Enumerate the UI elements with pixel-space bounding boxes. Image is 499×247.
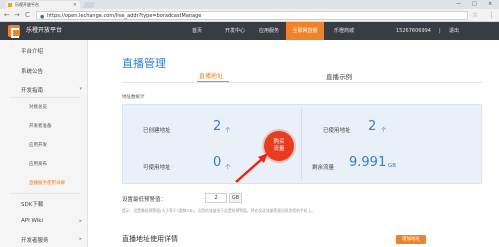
nav-dev-center[interactable]: 开发中心 bbox=[220, 22, 250, 40]
sidebar-item-label: 应用发布 bbox=[29, 162, 47, 167]
sidebar-item-label: API Wiki bbox=[21, 218, 44, 224]
used-address-unit: 个 bbox=[381, 128, 387, 134]
browser-tab[interactable]: 乐视开放平台 × bbox=[6, 1, 80, 9]
browser-tab-bar: 乐视开放平台 × — □ × bbox=[0, 0, 499, 9]
browser-toolbar: ← → C ● https://open.lechange.com/live_a… bbox=[0, 9, 499, 22]
back-arrow-icon[interactable]: ← bbox=[4, 11, 10, 20]
sidebar-item-app-release[interactable]: 应用发布 bbox=[0, 161, 88, 167]
used-address-value: 2 bbox=[368, 119, 377, 134]
sidebar-item-announcements[interactable]: 系统公告 bbox=[0, 67, 88, 75]
add-address-button[interactable]: 增加地址 bbox=[396, 235, 426, 244]
sidebar-item-sdk-download[interactable]: SDK下载 bbox=[0, 200, 88, 208]
usage-section-title: 直播地址使用详情 bbox=[122, 235, 178, 243]
annotation-arrow-icon bbox=[235, 153, 268, 183]
tab-live-example[interactable]: 直播示例 bbox=[326, 71, 352, 81]
warning-threshold-input[interactable]: 2 bbox=[205, 193, 227, 203]
chevron-right-icon: ▸ bbox=[79, 236, 82, 242]
tab-close-icon[interactable]: × bbox=[73, 1, 77, 9]
window-close-icon[interactable]: × bbox=[488, 0, 492, 8]
sidebar-item-overview[interactable]: 对接总览 bbox=[0, 104, 88, 110]
address-bar[interactable]: ● https://open.lechange.com/live_addr?ty… bbox=[36, 11, 468, 20]
remaining-traffic-value: 9.991 bbox=[349, 155, 387, 170]
created-address-value: 2 bbox=[213, 119, 222, 134]
warning-threshold-unit: GB bbox=[229, 193, 242, 203]
sidebar-item-platform-intro[interactable]: 平台介绍 bbox=[0, 47, 88, 55]
remaining-traffic-unit: GB bbox=[388, 163, 397, 169]
warning-threshold-label: 设置最低预警值： bbox=[122, 197, 167, 203]
sidebar-item-app-dev[interactable]: 应用开发 bbox=[0, 142, 88, 148]
available-address-label: 可使用地址 bbox=[143, 165, 171, 171]
sidebar-item-label: 对接总览 bbox=[29, 105, 47, 110]
bookmark-star-icon[interactable]: ☆ bbox=[472, 11, 478, 20]
site-favicon-icon bbox=[8, 3, 12, 7]
created-address-unit: 个 bbox=[225, 128, 231, 134]
sidebar-item-label: 平台介绍 bbox=[21, 49, 44, 55]
used-address-label: 已使用地址 bbox=[323, 128, 351, 134]
user-phone[interactable]: 15267606994 bbox=[396, 22, 431, 40]
nav-mall[interactable]: 乐橙商城 bbox=[328, 22, 360, 40]
chevron-down-icon: ▾ bbox=[79, 86, 82, 92]
sidebar-item-label: 直播服务使用详解 bbox=[29, 181, 65, 186]
nav-app-services[interactable]: 应用服务 bbox=[254, 22, 284, 40]
stats-divider bbox=[301, 108, 302, 180]
sidebar: 平台介绍 系统公告 开发指南 ▾ 对接总览 开发者准备 应用开发 应用发布 直播服… bbox=[0, 40, 88, 247]
site-header: 乐橙开放平台 首页 开发中心 应用服务 互联网直播 乐橙商城 152676069… bbox=[0, 22, 499, 40]
tab-divider bbox=[122, 82, 482, 83]
sidebar-item-label: 开发者服务 bbox=[21, 238, 49, 244]
brand-name[interactable]: 乐橙开放平台 bbox=[26, 22, 62, 40]
sidebar-item-dev-services[interactable]: 开发者服务 ▸ bbox=[0, 236, 88, 244]
stats-section-label: 地址数统计 bbox=[122, 95, 145, 100]
maximize-icon[interactable]: □ bbox=[472, 0, 477, 8]
tab-live-address[interactable]: 直播地址 bbox=[199, 71, 223, 80]
browser-tab-title: 乐视开放平台 bbox=[15, 2, 39, 7]
available-address-value: 0 bbox=[213, 155, 222, 170]
browser-menu-icon[interactable]: ⋮ bbox=[488, 11, 495, 20]
forward-arrow-icon[interactable]: → bbox=[14, 11, 20, 20]
nav-home[interactable]: 首页 bbox=[186, 22, 208, 40]
lechange-logo-icon[interactable] bbox=[8, 25, 20, 38]
sidebar-item-api-wiki[interactable]: API Wiki ▸ bbox=[0, 218, 88, 224]
chevron-right-icon: ▸ bbox=[79, 218, 82, 224]
buy-button-line1: 购买 bbox=[273, 139, 285, 145]
reload-icon[interactable]: C bbox=[25, 11, 30, 20]
sidebar-item-label: 开发指南 bbox=[21, 88, 44, 94]
address-url: https://open.lechange.com/live_addr?type… bbox=[47, 13, 202, 19]
available-address-unit: 个 bbox=[225, 165, 231, 171]
sidebar-item-label: 开发者准备 bbox=[29, 124, 52, 129]
nav-live-broadcast[interactable]: 互联网直播 bbox=[286, 22, 324, 40]
sidebar-divider bbox=[10, 97, 80, 98]
sidebar-item-label: 应用开发 bbox=[29, 143, 47, 148]
sidebar-item-label: SDK下载 bbox=[21, 202, 44, 208]
minimize-icon[interactable]: — bbox=[456, 0, 461, 8]
sidebar-item-dev-guide[interactable]: 开发指南 ▾ bbox=[0, 86, 88, 94]
sidebar-item-developer-prep[interactable]: 开发者准备 bbox=[0, 123, 88, 129]
created-address-label: 已创建地址 bbox=[143, 128, 171, 134]
remaining-traffic-label: 剩余流量 bbox=[312, 165, 335, 171]
sidebar-item-live-service-guide[interactable]: 直播服务使用详解 bbox=[0, 180, 88, 186]
sidebar-item-label: 系统公告 bbox=[21, 69, 44, 75]
sidebar-divider bbox=[10, 193, 80, 194]
stats-panel bbox=[122, 104, 482, 184]
warning-hint: 提示：设置最低预警值(大于等于1整数GB)，当您的流量低于设置的预警值，将会发送… bbox=[122, 208, 316, 213]
logout-link[interactable]: 退出 bbox=[449, 22, 459, 40]
page-title: 直播管理 bbox=[122, 57, 166, 70]
new-tab-button[interactable] bbox=[82, 2, 96, 8]
secure-lock-icon: ● bbox=[40, 14, 45, 20]
header-divider: | bbox=[439, 28, 441, 34]
